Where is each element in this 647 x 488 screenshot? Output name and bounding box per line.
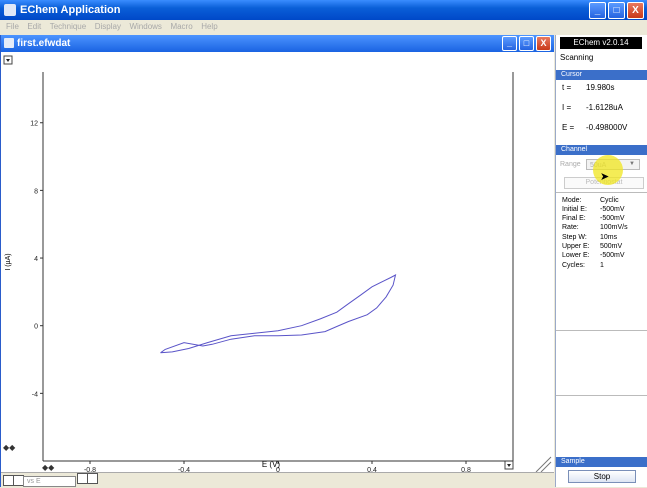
plot-area[interactable]: ◆◆ ◆◆ -0.8 -0.4 0 0.4 0.8 12 8 4 0 -4 E (V) I (µA…	[1, 52, 554, 474]
y-tick-label: -4	[32, 391, 38, 398]
y-tick-label: 0	[34, 324, 38, 331]
cursor-potential: E = -0.498000V	[562, 123, 627, 132]
param-label: Step W:	[562, 234, 587, 241]
param-row: Mode: Cyclic	[562, 197, 619, 204]
app-title-bar: EChem Application _ □ X	[0, 0, 647, 20]
cursor-current-value: -1.6128uA	[586, 103, 623, 112]
param-label: Rate:	[562, 224, 579, 231]
param-row: Rate: 100mV/s	[562, 224, 628, 231]
x-axis-label: E (V)	[262, 460, 281, 469]
param-label: Mode:	[562, 197, 582, 204]
divider	[556, 395, 647, 396]
param-row: Lower E: -500mV	[562, 252, 625, 259]
cursor-time-label: t =	[562, 83, 572, 92]
divider	[556, 192, 647, 193]
menu-display[interactable]: Display	[95, 20, 121, 33]
chevron-down-icon: ▼	[629, 161, 635, 167]
param-value: 10ms	[600, 234, 618, 241]
y-axis-label: I (µA)	[5, 253, 12, 270]
status-text: Scanning	[560, 53, 594, 62]
stop-button[interactable]: Stop	[568, 470, 636, 483]
cursor-section-header: Cursor	[556, 70, 647, 80]
param-value: 1	[600, 262, 604, 269]
doc-minimize-button[interactable]: _	[502, 36, 517, 51]
param-label: Lower E:	[562, 252, 590, 259]
app-title: EChem Application	[20, 4, 121, 16]
param-label: Cycles:	[562, 262, 585, 269]
param-row: Step W: 10ms	[562, 234, 617, 241]
document-title-bar: first.efwdat _ □ X	[1, 35, 554, 52]
param-row: Initial E: -500mV	[562, 206, 625, 213]
param-value: Cyclic	[600, 197, 619, 204]
param-row: Upper E: 500mV	[562, 243, 622, 250]
close-button[interactable]: X	[627, 2, 644, 19]
minimize-button[interactable]: _	[589, 2, 606, 19]
cursor-time: t = 19.980s	[562, 83, 614, 92]
mouse-pointer-icon: ➤	[600, 171, 610, 183]
doc-close-button[interactable]: X	[536, 36, 551, 51]
yaxis-scroll-icon[interactable]: ◆◆	[3, 443, 16, 452]
param-value: 100mV/s	[600, 224, 628, 231]
sample-section-header: Sample	[556, 457, 647, 467]
cursor-current: I = -1.6128uA	[562, 103, 623, 112]
resize-grip-icon[interactable]	[535, 456, 552, 473]
menu-windows[interactable]: Windows	[129, 20, 161, 33]
document-icon	[4, 38, 14, 48]
y-tick-label: 12	[30, 121, 38, 128]
param-label: Upper E:	[562, 243, 590, 250]
right-panel: EChem v2.0.14 Scanning Cursor t = 19.980…	[555, 35, 647, 487]
status-bar: vs E	[1, 472, 554, 488]
param-label: Initial E:	[562, 206, 587, 213]
param-value: 500mV	[600, 243, 623, 250]
channel-section-header: Channel	[556, 145, 647, 155]
menu-macro[interactable]: Macro	[170, 20, 192, 33]
cursor-potential-value: -0.498000V	[586, 123, 628, 132]
version-label: EChem v2.0.14	[560, 37, 642, 49]
param-value: -500mV	[600, 206, 625, 213]
y-tick-label: 4	[34, 256, 38, 263]
param-label: Final E:	[562, 215, 586, 222]
range-label: Range	[560, 161, 581, 168]
cv-curve-series	[160, 274, 397, 354]
menu-bar: File Edit Technique Display Windows Macr…	[0, 20, 647, 33]
divider	[556, 330, 647, 331]
param-value: -500mV	[600, 252, 625, 259]
menu-technique[interactable]: Technique	[50, 20, 86, 33]
cursor-potential-label: E =	[562, 123, 575, 132]
plot-type-select[interactable]: vs E	[23, 476, 76, 487]
param-row: Final E: -500mV	[562, 215, 625, 222]
menu-help[interactable]: Help	[201, 20, 217, 33]
menu-edit[interactable]: Edit	[27, 20, 41, 33]
y-tick-label: 8	[34, 188, 38, 195]
app-icon	[4, 4, 16, 16]
toolbar-icon-4[interactable]	[87, 473, 98, 484]
param-row: Cycles: 1	[562, 262, 604, 269]
document-window: first.efwdat _ □ X ◆◆ ◆◆ -0.8 -0.4 0 0.4 0.8…	[0, 35, 554, 488]
doc-maximize-button[interactable]: □	[519, 36, 534, 51]
cv-plot: ◆◆ ◆◆ -0.8 -0.4 0 0.4 0.812840-4 E (V) I (µA…	[3, 55, 552, 474]
cursor-current-label: I =	[562, 103, 572, 112]
param-value: -500mV	[600, 215, 625, 222]
xaxis-scroll-icon[interactable]: ◆◆	[42, 463, 55, 472]
maximize-button[interactable]: □	[608, 2, 625, 19]
menu-file[interactable]: File	[6, 20, 19, 33]
cursor-time-value: 19.980s	[586, 83, 615, 92]
document-title: first.efwdat	[17, 38, 71, 49]
